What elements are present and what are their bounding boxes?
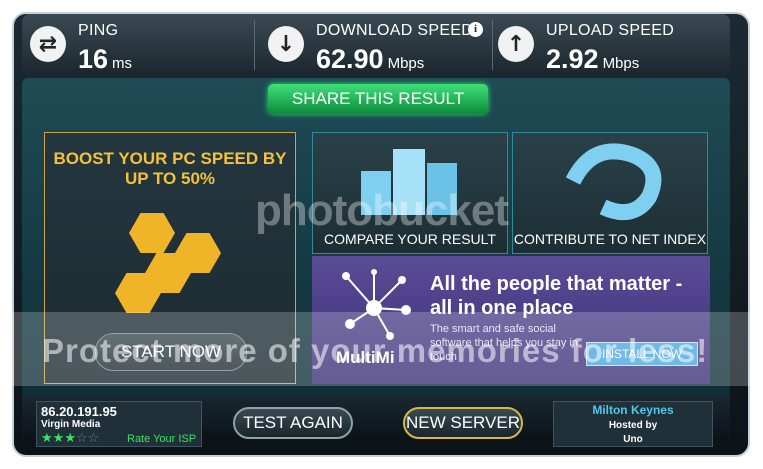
divider: [254, 20, 255, 70]
isp-info: 86.20.191.95 Virgin Media ★★★☆☆ Rate You…: [36, 401, 202, 447]
ping-unit: ms: [112, 55, 133, 72]
download-metric: ↓ DOWNLOAD SPEED i 62.90 Mbps: [260, 14, 488, 76]
ribbon-icon: [565, 143, 662, 221]
watermark-brand: photobucket: [255, 186, 509, 235]
star-icon[interactable]: ☆: [76, 431, 88, 446]
ping-metric: ⇄ PING 16 ms: [22, 14, 250, 76]
rate-isp-link[interactable]: Rate Your ISP: [127, 433, 196, 445]
download-value-row: 62.90 Mbps: [316, 44, 424, 75]
watermark-banner: Protect more of your memories for less!: [0, 312, 763, 386]
hosted-by-label: Hosted by: [608, 420, 658, 431]
ad-headline: BOOST YOUR PC SPEED BY UP TO 50%: [53, 149, 287, 188]
download-arrow-icon: ↓: [268, 26, 304, 62]
star-icon[interactable]: ★: [41, 431, 53, 446]
rating-stars[interactable]: ★★★☆☆: [41, 431, 99, 446]
isp-name: Virgin Media: [41, 419, 101, 430]
star-icon[interactable]: ★: [64, 431, 76, 446]
ping-label: PING: [78, 22, 119, 39]
test-again-button[interactable]: TEST AGAIN: [233, 407, 353, 439]
download-label: DOWNLOAD SPEED: [316, 22, 474, 39]
download-unit: Mbps: [387, 55, 425, 72]
upload-arrow-icon: ↑: [498, 26, 534, 62]
server-info[interactable]: Milton Keynes Hosted by Uno: [553, 401, 713, 447]
server-host: Uno: [623, 434, 643, 445]
upload-label: UPLOAD SPEED: [546, 22, 675, 39]
star-icon[interactable]: ☆: [88, 431, 100, 446]
ping-value-row: 16 ms: [78, 44, 132, 75]
upload-value: 2.92: [546, 44, 599, 74]
contribute-tile[interactable]: CONTRIBUTE TO NET INDEX: [512, 132, 708, 254]
info-icon[interactable]: i: [468, 22, 483, 37]
ping-value: 16: [78, 44, 109, 74]
new-server-button[interactable]: NEW SERVER: [403, 407, 523, 439]
swap-arrows-icon: ⇄: [30, 26, 66, 62]
upload-metric: ↑ UPLOAD SPEED 2.92 Mbps: [490, 14, 718, 76]
watermark-tagline: Protect more of your memories for less!: [42, 332, 709, 369]
star-icon[interactable]: ★: [53, 431, 65, 446]
upload-unit: Mbps: [602, 55, 640, 72]
contribute-label: CONTRIBUTE TO NET INDEX: [513, 231, 707, 247]
share-result-button[interactable]: SHARE THIS RESULT: [268, 84, 488, 114]
server-city: Milton Keynes: [592, 403, 674, 417]
ip-address: 86.20.191.95: [41, 404, 117, 419]
results-bar: ⇄ PING 16 ms ↓ DOWNLOAD SPEED i 62.90 Mbps…: [22, 14, 730, 76]
download-value: 62.90: [316, 44, 384, 74]
upload-value-row: 2.92 Mbps: [546, 44, 639, 75]
